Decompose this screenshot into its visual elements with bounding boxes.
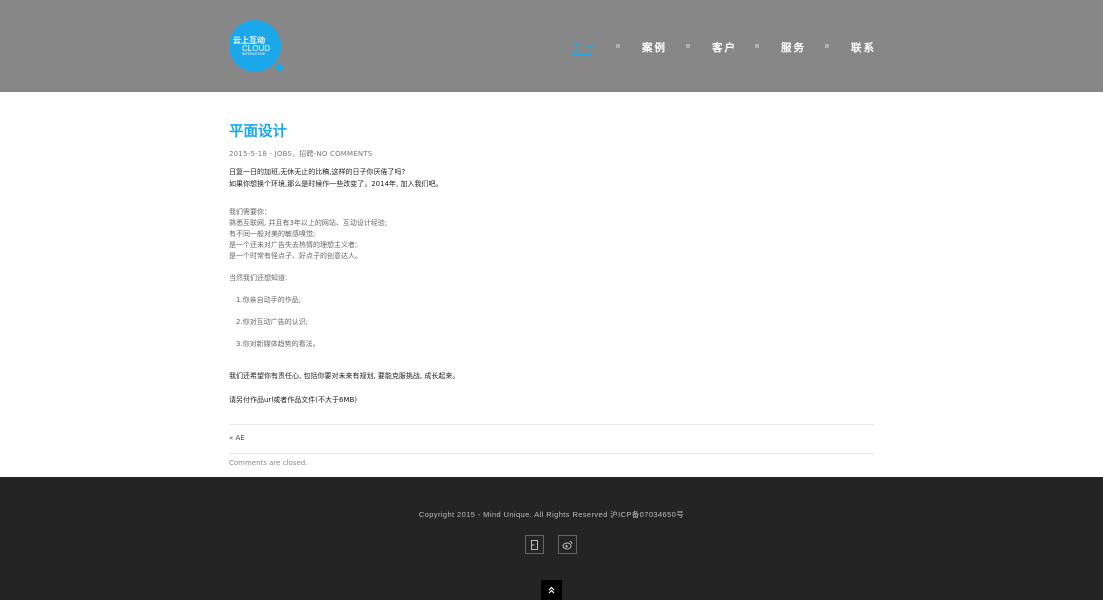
nav-separator — [755, 44, 759, 48]
list-item: 1.你亲自动手的作品; — [236, 296, 302, 304]
double-chevron-up-icon — [548, 586, 555, 594]
needs-line: 是一个还未对广告失去热情的理想主义者; — [229, 241, 358, 249]
post-intro: 日复一日的加班,无休无止的比稿,这样的日子你厌倦了吗? 如果你想换个环境,那么是… — [229, 166, 874, 190]
logo-dot — [276, 64, 283, 71]
post-content: 平面设计 2015-5-18 - JOBS，招聘-NO COMMENTS 日复一… — [229, 123, 874, 406]
comments-closed-text: Comments are closed. — [229, 459, 308, 467]
post-needs: 我们需要你： 熟悉互联网, 并且有3年以上的网站、互动设计经验; 有不同一般对美… — [229, 207, 874, 262]
needs-line: 有不同一般对美的敏感嗅觉; — [229, 230, 316, 238]
know-heading: 当然我们还想知道: — [229, 274, 288, 282]
nav-active-underline — [572, 54, 592, 55]
nav-separator — [825, 44, 829, 48]
nav-separator — [686, 44, 690, 48]
list-item: 3.你对新媒体趋势的看法。 — [236, 340, 320, 348]
needs-line: 是一个时常有怪点子、好点子的创意达人。 — [229, 252, 362, 260]
intro-line: 日复一日的加班,无休无止的比稿,这样的日子你厌倦了吗? — [229, 168, 406, 176]
nav-item-contact[interactable]: 联系 — [851, 40, 876, 55]
weibo-icon-glyph — [562, 540, 573, 549]
site-logo[interactable]: 云上互动 CLOUD INTERACTIVE — [229, 20, 283, 74]
needs-line: 我们需要你： — [229, 208, 271, 216]
nav-item-about[interactable]: 关于 — [572, 40, 597, 55]
divider — [229, 424, 874, 425]
weibo-icon[interactable] — [558, 535, 577, 554]
nav-item-services[interactable]: 服务 — [781, 40, 806, 55]
nav-item-clients[interactable]: 客户 — [712, 40, 737, 55]
intro-line: 如果你想换个环境,那么是时候作一些改变了，2014年, 加入我们吧。 — [229, 180, 443, 188]
back-to-top-button[interactable] — [541, 580, 562, 600]
logo-text-sub: INTERACTIVE — [242, 52, 266, 56]
post-meta: 2015-5-18 - JOBS，招聘-NO COMMENTS — [229, 150, 373, 158]
prev-post-link[interactable]: « AE — [229, 434, 245, 442]
needs-line: 熟悉互联网, 并且有3年以上的网站、互动设计经验; — [229, 219, 388, 227]
post-title[interactable]: 平面设计 — [229, 123, 874, 141]
nav-item-cases[interactable]: 案例 — [642, 40, 667, 55]
site-footer: Copyright 2015 - Mind Unique. All Rights… — [0, 477, 1103, 600]
site-header: 云上互动 CLOUD INTERACTIVE 关于 案例 客户 服务 联系 — [0, 0, 1103, 92]
attach-text: 请另付作品url或者作品文件(不大于6MB) — [229, 396, 358, 404]
door-icon[interactable] — [525, 535, 544, 554]
hope-text: 我们还希望你有责任心, 包括你要对未来有规划, 要能克服挑战, 成长起来。 — [229, 372, 460, 380]
door-icon-glyph — [531, 539, 538, 550]
divider — [229, 453, 874, 454]
nav-separator — [616, 44, 620, 48]
list-item: 2.你对互动广告的认识; — [236, 318, 309, 326]
copyright-text: Copyright 2015 - Mind Unique. All Rights… — [418, 510, 685, 519]
